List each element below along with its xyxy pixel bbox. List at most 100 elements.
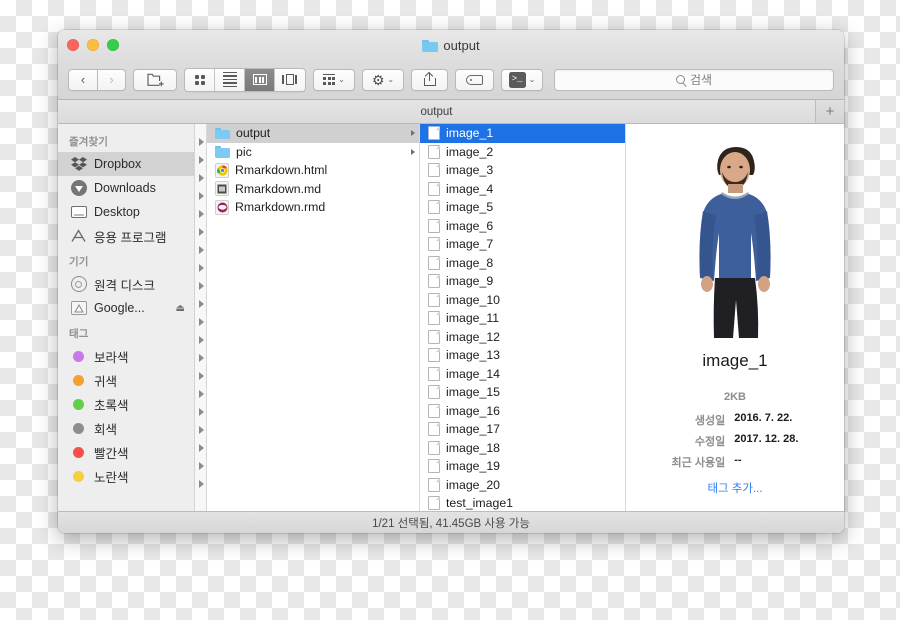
search-input[interactable]: 검색	[554, 68, 834, 91]
search-icon	[675, 75, 685, 84]
close-button[interactable]	[67, 39, 79, 51]
list-item-image-2[interactable]: image_2	[420, 143, 625, 162]
list-item-pic[interactable]: pic	[207, 143, 419, 162]
list-item-image-8[interactable]: image_8	[420, 254, 625, 273]
list-item-rmarkdown-md[interactable]: Rmarkdown.md	[207, 180, 419, 199]
tab-output[interactable]: output	[58, 100, 816, 123]
list-item-image-7[interactable]: image_7	[420, 235, 625, 254]
disclosure-triangle-icon[interactable]	[198, 138, 204, 146]
share-button[interactable]	[411, 68, 448, 91]
disclosure-triangle-icon[interactable]	[198, 444, 204, 452]
chrome-glyph	[216, 165, 228, 176]
list-item-image-5[interactable]: image_5	[420, 198, 625, 217]
disclosure-triangle-icon[interactable]	[198, 156, 204, 164]
list-item-image-6[interactable]: image_6	[420, 217, 625, 236]
list-item-test-image1[interactable]: test_image1	[420, 494, 625, 511]
dropbox-glyph	[70, 156, 87, 171]
terminal-button[interactable]: >_ ⌄	[501, 68, 543, 91]
sidebar-item-tag-purple[interactable]: 보라색	[58, 344, 194, 368]
disclosure-triangle-icon[interactable]	[198, 480, 204, 488]
forward-button[interactable]: ›	[97, 68, 126, 91]
list-item-image-10[interactable]: image_10	[420, 291, 625, 310]
zoom-button[interactable]	[107, 39, 119, 51]
list-item-image-3[interactable]: image_3	[420, 161, 625, 180]
edit-tags-button[interactable]	[455, 68, 494, 91]
view-icon-button[interactable]	[185, 68, 215, 91]
list-item-rmarkdown-html[interactable]: Rmarkdown.html	[207, 161, 419, 180]
minimize-button[interactable]	[87, 39, 99, 51]
titlebar[interactable]: output	[58, 30, 844, 60]
sidebar-item-tag-red[interactable]: 빨간색	[58, 440, 194, 464]
disclosure-triangle-icon[interactable]	[198, 318, 204, 326]
action-button[interactable]: ⚙ ⌄	[362, 68, 404, 91]
eject-icon[interactable]: ⏏	[176, 303, 185, 314]
disclosure-triangle-icon[interactable]	[198, 426, 204, 434]
document-icon	[428, 385, 440, 400]
list-item-image-1[interactable]: image_1	[420, 124, 625, 143]
document-icon	[428, 477, 440, 492]
list-item-image-13[interactable]: image_13	[420, 346, 625, 365]
list-item-image-11[interactable]: image_11	[420, 309, 625, 328]
list-item-image-15[interactable]: image_15	[420, 383, 625, 402]
list-item-rmarkdown-rmd[interactable]: Rmarkdown.rmd	[207, 198, 419, 217]
list-item-image-17[interactable]: image_17	[420, 420, 625, 439]
list-item-image-12[interactable]: image_12	[420, 328, 625, 347]
tag-dot-green-icon	[70, 396, 87, 413]
view-list-button[interactable]	[215, 68, 245, 91]
disclosure-triangle-icon[interactable]	[198, 246, 204, 254]
disclosure-triangle-icon[interactable]	[198, 354, 204, 362]
list-item-image-20[interactable]: image_20	[420, 476, 625, 495]
list-item-label: Rmarkdown.html	[235, 163, 328, 178]
add-tags-link[interactable]: 태그 추가...	[707, 480, 762, 496]
disclosure-triangle-icon[interactable]	[198, 282, 204, 290]
document-icon	[428, 348, 440, 363]
disclosure-triangle-icon[interactable]	[198, 264, 204, 272]
list-item-label: image_16	[446, 403, 501, 418]
document-icon	[428, 440, 440, 455]
list-item-image-19[interactable]: image_19	[420, 457, 625, 476]
arrange-by-button[interactable]: ⌄	[313, 68, 355, 91]
sidebar-item-applications[interactable]: 응용 프로그램	[58, 224, 194, 248]
disclosure-triangle-icon[interactable]	[198, 390, 204, 398]
list-item-image-14[interactable]: image_14	[420, 365, 625, 384]
new-folder-button[interactable]	[133, 68, 177, 91]
disclosure-triangle-icon[interactable]	[198, 192, 204, 200]
list-item-label: pic	[236, 144, 252, 159]
view-column-button[interactable]	[245, 68, 275, 91]
disclosure-triangle-icon[interactable]	[198, 210, 204, 218]
disclosure-triangle-icon[interactable]	[198, 372, 204, 380]
disclosure-triangle-icon[interactable]	[198, 300, 204, 308]
list-item-image-9[interactable]: image_9	[420, 272, 625, 291]
sidebar-item-tag-yellow[interactable]: 노란색	[58, 464, 194, 488]
list-item-label: image_2	[446, 144, 494, 159]
disclosure-triangle-icon[interactable]	[198, 174, 204, 182]
sidebar-item-tag-green[interactable]: 초록색	[58, 392, 194, 416]
new-tab-button[interactable]: +	[816, 100, 844, 123]
disclosure-triangle-icon[interactable]	[198, 462, 204, 470]
sidebar-item-tag-orange[interactable]: 귀색	[58, 368, 194, 392]
list-item-image-18[interactable]: image_18	[420, 439, 625, 458]
sidebar-item-downloads[interactable]: Downloads	[58, 176, 194, 200]
terminal-icon: >_	[508, 71, 526, 88]
view-mode-segmented-control	[184, 67, 306, 92]
disclosure-triangle-icon[interactable]	[198, 408, 204, 416]
sidebar-item-tag-gray[interactable]: 회색	[58, 416, 194, 440]
disclosure-triangle-icon[interactable]	[198, 228, 204, 236]
list-item-image-16[interactable]: image_16	[420, 402, 625, 421]
list-item-image-4[interactable]: image_4	[420, 180, 625, 199]
list-item-label: image_15	[446, 385, 501, 400]
list-item-output[interactable]: output	[207, 124, 419, 143]
toolbar: ‹ › ⌄ ⚙ ⌄ >_ ⌄ 검색	[58, 60, 844, 100]
list-item-label: image_4	[446, 181, 494, 196]
sidebar-item-google-drive[interactable]: Google... ⏏	[58, 296, 194, 320]
disclosure-triangle-icon[interactable]	[198, 336, 204, 344]
sidebar-item-remote-disc[interactable]: 원격 디스크	[58, 272, 194, 296]
sidebar-item-desktop[interactable]: Desktop	[58, 200, 194, 224]
sidebar-item-dropbox[interactable]: Dropbox	[58, 152, 194, 176]
window-title-group: output	[58, 38, 844, 53]
metadata-value-created: 2016. 7. 22.	[734, 411, 793, 424]
view-gallery-button[interactable]	[275, 68, 305, 91]
applications-glyph	[71, 229, 86, 242]
back-button[interactable]: ‹	[68, 68, 97, 91]
list-item-label: image_3	[446, 163, 494, 178]
